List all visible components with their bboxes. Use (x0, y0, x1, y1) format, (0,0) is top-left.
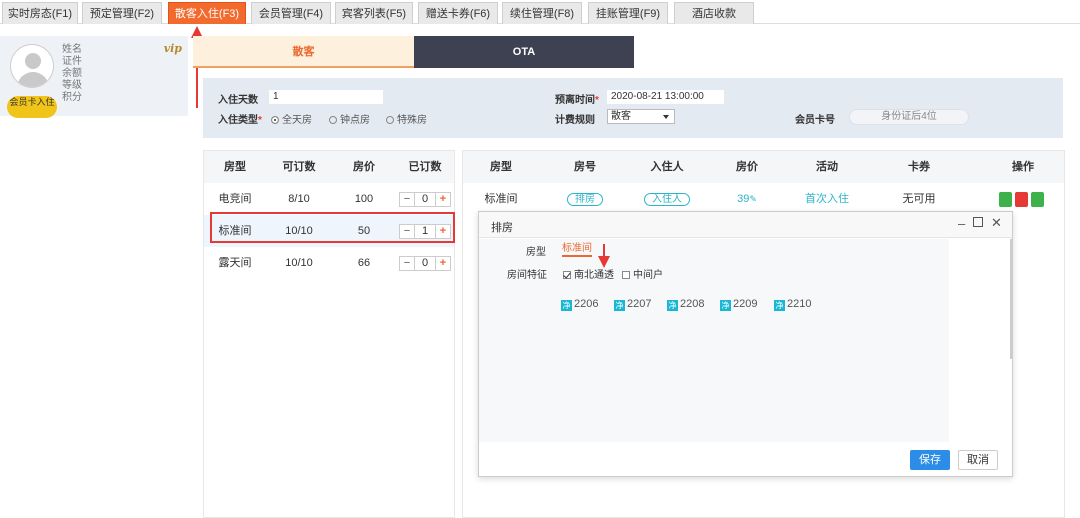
member-level-label: 等级 (62, 80, 82, 91)
annotation-arrowhead (598, 256, 610, 268)
room-option[interactable]: 净 2207 (614, 298, 651, 311)
booking-header: 房型 房号 入住人 房价 活动 卡券 操作 (463, 151, 1064, 183)
maximize-icon[interactable] (973, 217, 983, 227)
tab-realtime-status[interactable]: 实时房态(F1) (2, 2, 78, 24)
segment-walkin[interactable]: 散客 (193, 36, 414, 68)
add-guest-icon[interactable] (999, 192, 1012, 207)
header-room-type: 房型 (490, 161, 512, 173)
member-fields: 姓名 证件 余额 等级 积分 (62, 44, 82, 104)
quantity-stepper: − 0 + (399, 192, 451, 207)
increment-button[interactable]: + (435, 193, 450, 206)
decrement-button[interactable]: − (400, 193, 415, 206)
header-actions: 操作 (1012, 161, 1034, 173)
tab-guest-list[interactable]: 宾客列表(F5) (335, 2, 413, 24)
feature-south-north-checkbox[interactable]: 南北通透 (563, 266, 614, 281)
minimize-icon[interactable]: – (958, 216, 965, 231)
top-tab-bar: 实时房态(F1) 预定管理(F2) 散客入住(F3) 会员管理(F4) 宾客列表… (0, 0, 1080, 24)
delete-icon[interactable] (1015, 192, 1028, 207)
dialog-room-type-value[interactable]: 标准间 (562, 243, 592, 257)
room-price: 100 (354, 193, 374, 205)
checkin-form: 入住天数 1 入住类型* 全天房 钟点房 特殊房 预离时间* 2020-08-2… (203, 78, 1063, 138)
billing-rule-select[interactable]: 散客 (607, 109, 675, 124)
room-price: 66 (357, 257, 371, 269)
segment-ota[interactable]: OTA (414, 36, 634, 68)
billing-rule-label: 计费规则 (555, 115, 595, 126)
member-id-label: 证件 (62, 56, 82, 67)
clean-status-icon: 净 (561, 300, 572, 311)
room-type-header: 房型 可订数 房价 已订数 (204, 151, 454, 183)
member-balance-label: 余额 (62, 68, 82, 79)
clean-status-icon: 净 (720, 300, 731, 311)
dialog-title-bar: 排房 – ✕ (479, 212, 1012, 238)
room-option[interactable]: 净 2206 (561, 298, 598, 311)
room-feature-label: 房间特征 (507, 270, 547, 281)
header-coupon: 卡券 (908, 161, 930, 173)
booked-count[interactable]: 0 (415, 193, 435, 206)
member-card-checkin-button[interactable]: 会员卡入住 (7, 96, 57, 118)
room-type-name: 电竞间 (218, 193, 252, 205)
close-icon[interactable]: ✕ (991, 215, 1002, 231)
room-option[interactable]: 净 2209 (720, 298, 757, 311)
save-button[interactable]: 保存 (910, 450, 950, 470)
edit-icon: ✎ (749, 194, 757, 204)
checkin-type-label: 入住类型* (218, 115, 262, 126)
header-guest: 入住人 (650, 161, 684, 173)
room-option[interactable]: 净 2210 (774, 298, 811, 311)
cancel-button[interactable]: 取消 (958, 450, 998, 470)
id-card-icon[interactable] (1031, 192, 1044, 207)
checkout-time-input[interactable]: 2020-08-21 13:00:00 (607, 90, 724, 104)
tab-hotel-payment[interactable]: 酒店收款 (674, 2, 754, 24)
header-room-number: 房号 (574, 161, 596, 173)
header-booked: 已订数 (408, 161, 442, 173)
clean-status-icon: 净 (667, 300, 678, 311)
room-type-name: 露天间 (218, 257, 252, 269)
scrollbar[interactable] (1010, 239, 1013, 359)
member-card-label: 会员卡号 (795, 115, 835, 126)
avatar (10, 44, 54, 88)
checkout-time-label: 预离时间* (555, 95, 599, 106)
header-price: 房价 (353, 161, 375, 173)
dialog-room-type-label: 房型 (526, 247, 546, 258)
clean-status-icon: 净 (614, 300, 625, 311)
tab-extend-stay[interactable]: 续住管理(F8) (502, 2, 582, 24)
tab-reservation[interactable]: 预定管理(F2) (82, 2, 162, 24)
room-type-table: 房型 可订数 房价 已订数 电竞间 8/10 100 − 0 + 标准间 10/… (203, 150, 455, 518)
member-points-label: 积分 (62, 92, 82, 103)
header-available: 可订数 (282, 161, 316, 173)
member-panel: 姓名 证件 余额 等级 积分 vip 会员卡入住 (0, 36, 188, 118)
table-row[interactable]: 露天间 10/10 66 − 0 + (204, 247, 454, 279)
room-available: 10/10 (285, 257, 313, 269)
clean-status-icon: 净 (774, 300, 785, 311)
chevron-down-icon (663, 115, 669, 119)
type-full-day-option[interactable]: 全天房 (271, 111, 312, 126)
table-row[interactable]: 电竞间 8/10 100 − 0 + (204, 183, 454, 215)
days-input[interactable]: 1 (269, 90, 383, 104)
tab-member-management[interactable]: 会员管理(F4) (251, 2, 331, 24)
decrement-button[interactable]: − (400, 257, 415, 270)
dialog-body (479, 239, 949, 442)
highlight-box (210, 212, 455, 243)
type-special-option[interactable]: 特殊房 (386, 111, 427, 126)
assign-room-dialog: 排房 – ✕ 房型 标准间 房间特征 南北通透 中间户 (478, 211, 1013, 477)
header-room-type: 房型 (224, 161, 246, 173)
tab-gift-coupons[interactable]: 赠送卡券(F6) (418, 2, 498, 24)
room-option[interactable]: 净 2208 (667, 298, 704, 311)
feature-middle-unit-checkbox[interactable]: 中间户 (622, 266, 663, 281)
header-activity: 活动 (816, 161, 838, 173)
member-card-input[interactable]: 身份证后4位 (849, 109, 969, 125)
quantity-stepper: − 0 + (399, 256, 451, 271)
member-name-label: 姓名 (62, 44, 82, 55)
room-available: 8/10 (288, 193, 310, 205)
days-label: 入住天数 (218, 95, 258, 106)
tab-credit-account[interactable]: 挂账管理(F9) (588, 2, 668, 24)
header-price: 房价 (736, 161, 758, 173)
increment-button[interactable]: + (435, 257, 450, 270)
vip-badge: vip (163, 42, 182, 55)
booked-count[interactable]: 0 (415, 257, 435, 270)
dialog-title: 排房 (491, 222, 513, 234)
tab-walkin-checkin[interactable]: 散客入住(F3) (168, 2, 246, 24)
type-hourly-option[interactable]: 钟点房 (329, 111, 370, 126)
